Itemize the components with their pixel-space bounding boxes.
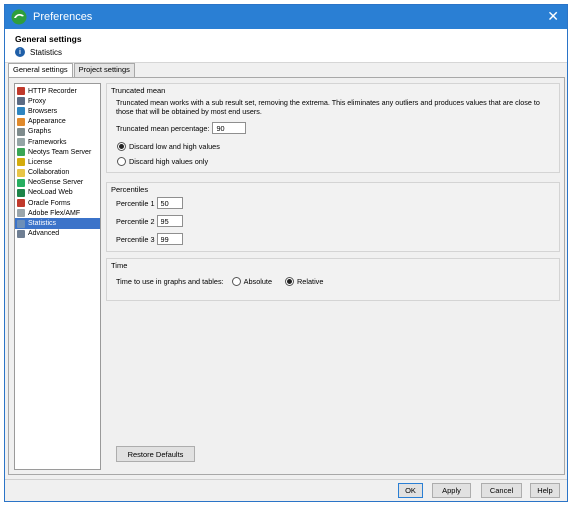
tab-general-settings[interactable]: General settings <box>8 63 73 78</box>
statistics-icon <box>17 219 25 228</box>
sidebar-item-label: Oracle Forms <box>28 199 71 207</box>
page-subtitle-text: Statistics <box>30 47 63 57</box>
percentiles-title: Percentiles <box>111 185 149 194</box>
discard-low-high-label: Discard low and high values <box>129 142 220 151</box>
sidebar-item-statistics[interactable]: Statistics <box>15 218 100 229</box>
sidebar-item-label: Advanced <box>28 230 60 238</box>
sidebar-item-label: Adobe Flex/AMF <box>28 209 81 217</box>
sidebar-item-advanced[interactable]: Advanced <box>15 229 100 239</box>
time-row: Time to use in graphs and tables: Absolu… <box>116 277 323 286</box>
settings-sidebar: HTTP Recorder Proxy Browsers Appearance Grap… <box>14 83 101 470</box>
time-relative-label[interactable]: Relative <box>297 277 323 286</box>
truncated-mean-title: Truncated mean <box>111 86 166 95</box>
help-button[interactable]: Help <box>530 483 560 498</box>
discard-low-high-option[interactable]: Discard low and high values <box>117 142 220 151</box>
frameworks-icon <box>17 138 25 147</box>
neoload-web-icon <box>17 188 25 197</box>
discard-high-only-label: Discard high values only <box>129 157 209 166</box>
percentile-2-field[interactable] <box>156 215 183 227</box>
sidebar-item-label: Appearance <box>28 118 66 126</box>
time-absolute-label[interactable]: Absolute <box>244 277 272 286</box>
sidebar-item-collaboration[interactable]: Collaboration <box>15 168 100 178</box>
window-title: Preferences <box>33 11 93 23</box>
sidebar-item-browsers[interactable]: Browsers <box>15 106 100 116</box>
ok-button[interactable]: OK <box>398 483 423 498</box>
key-icon <box>17 158 25 167</box>
sidebar-item-license[interactable]: License <box>15 157 100 167</box>
percentile-3-row: Percentile 3 <box>116 233 183 245</box>
preferences-window: Preferences ✕ General settings i Statist… <box>4 4 568 502</box>
settings-header: General settings i Statistics <box>5 29 567 63</box>
truncated-percentage-label: Truncated mean percentage: <box>116 123 210 133</box>
cancel-button[interactable]: Cancel <box>481 483 522 498</box>
sidebar-item-neoload-web[interactable]: NeoLoad Web <box>15 188 100 198</box>
percentile-3-field[interactable] <box>156 233 183 245</box>
truncated-mean-description: Truncated mean works with a sub result s… <box>116 98 540 116</box>
advanced-icon <box>17 229 25 238</box>
sidebar-item-neosense-server[interactable]: NeoSense Server <box>15 178 100 188</box>
team-server-icon <box>17 148 25 157</box>
settings-tabs: General settings Project settings <box>8 63 136 78</box>
percentile-2-label: Percentile 2 <box>116 216 155 226</box>
sidebar-item-adobe-flex-amf[interactable]: Adobe Flex/AMF <box>15 208 100 218</box>
apply-button[interactable]: Apply <box>432 483 471 498</box>
browser-icon <box>17 107 25 116</box>
info-icon: i <box>15 47 25 57</box>
tab-content: HTTP Recorder Proxy Browsers Appearance Grap… <box>8 77 565 475</box>
percentiles-group: Percentiles Percentile 1 Percentile 2 Pe… <box>106 182 560 252</box>
oracle-icon <box>17 199 25 208</box>
time-absolute-radio[interactable] <box>231 277 241 286</box>
percentile-2-row: Percentile 2 <box>116 215 183 227</box>
sidebar-item-label: NeoSense Server <box>28 179 84 187</box>
time-group: Time Time to use in graphs and tables: A… <box>106 258 560 301</box>
restore-defaults-button[interactable]: Restore Defaults <box>116 446 195 462</box>
page-title: General settings <box>15 34 82 44</box>
close-icon[interactable]: ✕ <box>547 8 559 24</box>
sidebar-item-appearance[interactable]: Appearance <box>15 117 100 127</box>
sidebar-item-label: HTTP Recorder <box>28 87 77 95</box>
time-title: Time <box>111 261 128 270</box>
title-bar[interactable]: Preferences ✕ <box>5 5 567 29</box>
discard-high-only-option[interactable]: Discard high values only <box>117 157 208 166</box>
collaboration-icon <box>17 168 25 177</box>
page-subtitle: i Statistics <box>15 47 62 57</box>
footer-divider <box>5 479 567 480</box>
flex-icon <box>17 209 25 218</box>
sidebar-item-label: Neotys Team Server <box>28 148 92 156</box>
sidebar-item-label: Statistics <box>28 220 57 228</box>
appearance-icon <box>17 117 25 126</box>
sidebar-item-graphs[interactable]: Graphs <box>15 127 100 137</box>
sidebar-item-proxy[interactable]: Proxy <box>15 96 100 106</box>
sidebar-item-label: License <box>28 158 53 166</box>
time-label: Time to use in graphs and tables: <box>116 277 224 286</box>
sidebar-item-label: Frameworks <box>28 138 67 146</box>
sidebar-item-label: NeoLoad Web <box>28 189 73 197</box>
time-relative-radio[interactable] <box>285 277 295 286</box>
percentile-1-row: Percentile 1 <box>116 197 183 209</box>
sidebar-item-oracle-forms[interactable]: Oracle Forms <box>15 198 100 208</box>
proxy-icon <box>17 97 25 106</box>
truncated-percentage-field[interactable] <box>212 122 247 134</box>
tab-project-settings[interactable]: Project settings <box>73 63 135 77</box>
sidebar-item-label: Graphs <box>28 128 51 136</box>
recorder-icon <box>17 87 25 96</box>
truncated-mean-group: Truncated mean Truncated mean works with… <box>106 83 560 173</box>
percentile-3-label: Percentile 3 <box>116 234 155 244</box>
neoload-logo-icon <box>11 9 27 25</box>
sidebar-item-label: Collaboration <box>28 169 70 177</box>
sidebar-item-neotys-team-server[interactable]: Neotys Team Server <box>15 147 100 157</box>
discard-low-high-radio[interactable] <box>117 142 126 151</box>
sidebar-item-label: Browsers <box>28 107 58 115</box>
percentile-1-label: Percentile 1 <box>116 198 155 208</box>
graph-icon <box>17 127 25 136</box>
sidebar-item-http-recorder[interactable]: HTTP Recorder <box>15 86 100 96</box>
sidebar-item-frameworks[interactable]: Frameworks <box>15 137 100 147</box>
discard-high-only-radio[interactable] <box>117 157 126 166</box>
neosense-icon <box>17 178 25 187</box>
sidebar-item-label: Proxy <box>28 97 46 105</box>
percentile-1-field[interactable] <box>156 197 183 209</box>
truncated-percentage-row: Truncated mean percentage: <box>116 122 247 134</box>
